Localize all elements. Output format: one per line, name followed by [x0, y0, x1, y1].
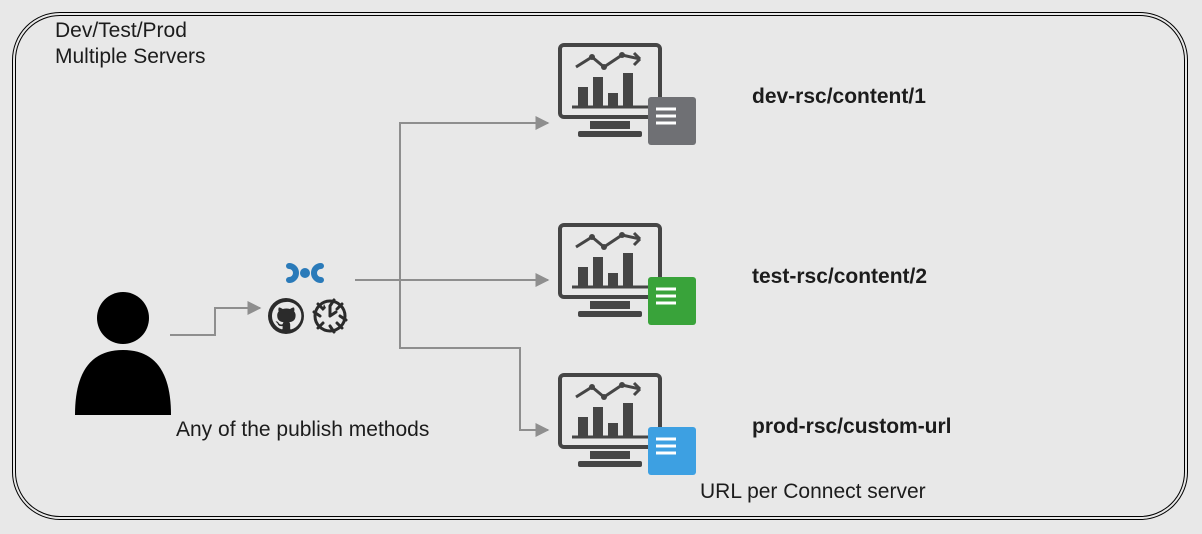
server-label-dev: dev-rsc/content/1: [752, 85, 926, 109]
server-group-test: [560, 225, 696, 325]
server-label-prod: prod-rsc/custom-url: [752, 415, 952, 439]
diagram-stage: Dev/Test/Prod Multiple Servers: [0, 0, 1202, 534]
server-group-dev: [560, 45, 696, 145]
footer-caption: URL per Connect server: [700, 480, 926, 504]
server-group-prod: [560, 375, 696, 475]
server-label-test: test-rsc/content/2: [752, 265, 927, 289]
servers-layer: [0, 0, 1202, 534]
publish-caption: Any of the publish methods: [176, 418, 429, 442]
